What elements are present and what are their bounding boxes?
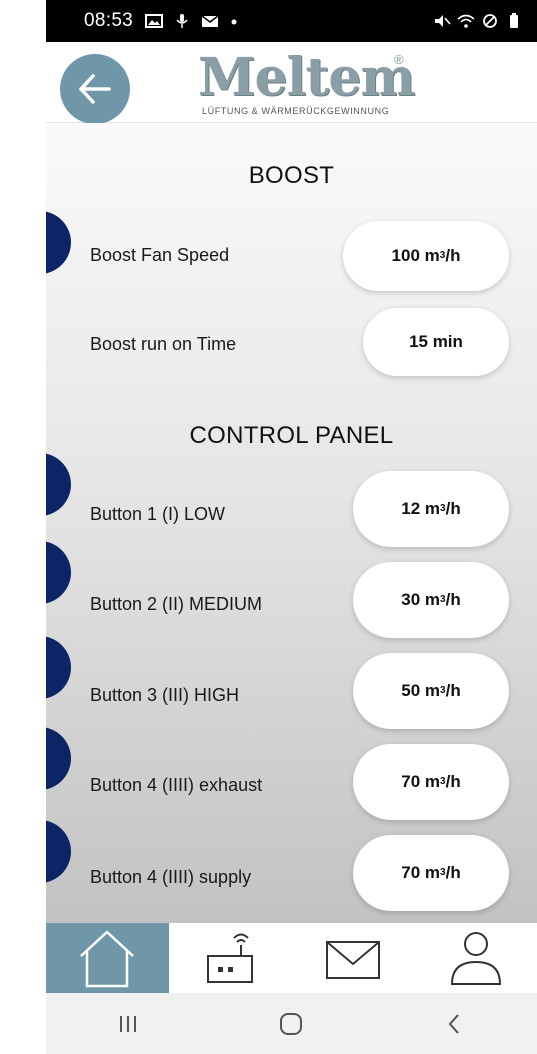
mute-icon	[435, 15, 451, 27]
app-header: Meltem ® LÜFTUNG & WÄRMERÜCKGEWINNUNG	[46, 42, 537, 124]
button-2-value[interactable]: 30 m 3/h	[353, 562, 509, 638]
button-1-value[interactable]: 12 m 3/h	[353, 471, 509, 547]
button-3-label: Button 3 (III) HIGH	[90, 685, 240, 705]
status-bar: 08:53	[46, 0, 537, 42]
system-nav-bar	[46, 993, 537, 1054]
button-4-supply-label: Button 4 (IIII) supply	[90, 867, 252, 887]
nav-device[interactable]	[169, 923, 292, 993]
button-4-supply-value[interactable]: 70 m 3/h	[353, 835, 509, 911]
badge-3: 3	[46, 541, 71, 604]
button-4-exhaust-label: Button 4 (IIII) exhaust	[90, 775, 263, 795]
back-nav-icon[interactable]	[440, 1011, 470, 1037]
status-time: 08:53	[84, 10, 134, 31]
badge-6: 6	[46, 820, 71, 883]
nav-home[interactable]	[46, 923, 169, 993]
no-sim-icon	[483, 14, 497, 28]
meltem-logo: Meltem ® LÜFTUNG & WÄRMERÜCKGEWINNUNG	[198, 50, 416, 124]
arrow-left-icon	[79, 74, 111, 104]
profile-icon	[450, 932, 501, 985]
mic-icon	[176, 14, 188, 28]
badge-2: 2	[46, 453, 71, 516]
battery-icon	[510, 13, 518, 28]
phone-screen: 08:53 Meltem ® LÜFTUNG & WÄRMERÜCKGEWINN…	[46, 0, 537, 1054]
registered-icon: ®	[394, 52, 404, 67]
home-button-icon[interactable]	[276, 1011, 306, 1037]
device-icon	[207, 933, 254, 983]
home-icon	[80, 930, 135, 988]
boost-run-on-time-label: Boost run on Time	[90, 334, 237, 354]
boost-title: BOOST	[248, 162, 335, 189]
bottom-nav	[46, 923, 537, 993]
mail-notification-icon	[201, 15, 219, 27]
settings-content: BOOST 1 Boost Fan Speed 100 m3/h Boost r…	[46, 123, 537, 923]
nav-profile[interactable]	[414, 923, 537, 993]
button-2-label: Button 2 (II) MEDIUM	[90, 594, 263, 614]
boost-fan-speed-label: Boost Fan Speed	[90, 245, 230, 265]
mail-icon	[325, 941, 380, 979]
button-4-exhaust-value[interactable]: 70 m 3/h	[353, 744, 509, 820]
dot-icon	[231, 19, 237, 25]
boost-fan-speed-value[interactable]: 100 m 3/h	[343, 221, 509, 291]
boost-run-on-time-value[interactable]: 15 min	[363, 308, 509, 376]
gallery-icon	[145, 14, 164, 28]
badge-5: 5	[46, 727, 71, 790]
button-1-label: Button 1 (I) LOW	[90, 504, 226, 524]
back-button[interactable]	[60, 54, 130, 124]
recent-apps-icon[interactable]	[113, 1012, 143, 1036]
badge-4: 4	[46, 636, 71, 699]
logo-tagline: LÜFTUNG & WÄRMERÜCKGEWINNUNG	[202, 106, 390, 116]
logo-text: Meltem	[198, 47, 416, 108]
badge-1: 1	[46, 211, 71, 274]
nav-mail[interactable]	[292, 923, 415, 993]
button-3-value[interactable]: 50 m 3/h	[353, 653, 509, 729]
wifi-icon	[457, 14, 475, 28]
control-panel-title: CONTROL PANEL	[189, 422, 394, 449]
